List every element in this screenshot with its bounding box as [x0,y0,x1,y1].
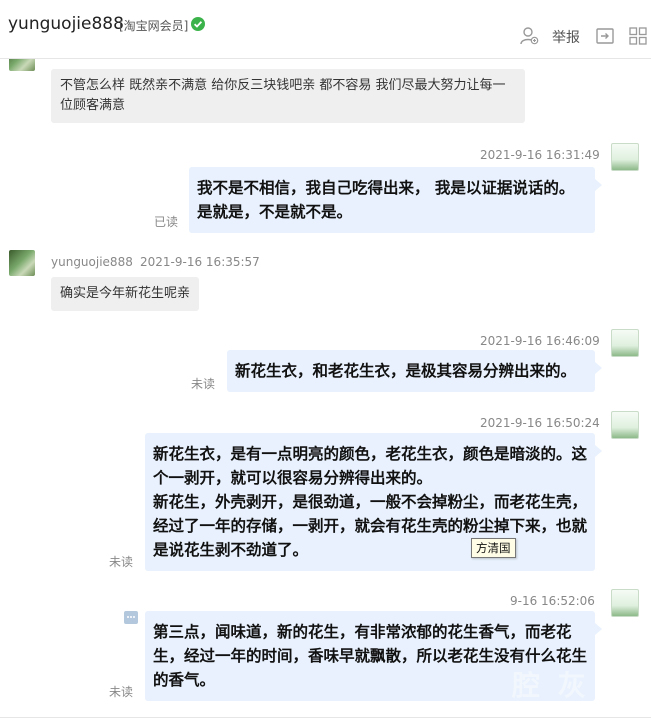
message-bubble[interactable]: 新花生衣，是有一点明亮的颜色，老花生衣，颜色是暗淡的。这个一剥开，就可以很容易分… [145,433,602,571]
message-bubble[interactable]: 不管怎么样 既然亲不满意 给你反三块钱吧亲 都不容易 我们尽最大努力让每一位顾客… [51,69,525,123]
watermark: 腔 灰 [512,669,590,702]
message-timestamp: 2021-9-16 16:31:49 [480,148,600,162]
member-tag: [淘宝网会员] [119,19,189,33]
divider [0,717,651,718]
message-list[interactable]: 不管怎么样 既然亲不满意 给你反三块钱吧亲 都不容易 我们尽最大努力让每一位顾客… [0,59,651,721]
name-tooltip: 方清国 [471,538,516,558]
read-status: 已读 [154,215,179,229]
message-timestamp: 9-16 16:52:06 [510,594,595,608]
message-timestamp: 2021-9-16 16:50:24 [480,416,600,430]
read-status: 未读 [109,555,134,569]
chat-header: yunguojie888 [淘宝网会员] 举报 [0,0,651,59]
read-status: 未读 [109,685,134,699]
sprout-avatar[interactable] [611,589,639,617]
quote-icon[interactable] [124,611,138,624]
sender-name: yunguojie888 [51,255,133,269]
user-avatar[interactable] [9,250,35,276]
message-bubble[interactable]: 新花生衣，和老花生衣，是极其容易分辨出来的。 [227,350,602,392]
message-bubble[interactable]: 我不是不相信，我自己吃得出来， 我是以证据说话的。是就是，不是就不是。 [189,167,602,233]
sprout-avatar[interactable] [611,329,639,357]
sprout-avatar[interactable] [611,411,639,439]
user-avatar[interactable] [9,59,35,71]
verified-check-icon [191,17,205,31]
contact-name[interactable]: yunguojie888 [8,14,124,34]
read-status: 未读 [191,377,216,391]
share-icon[interactable] [595,26,615,46]
sprout-avatar[interactable] [611,143,639,171]
grid-icon[interactable] [628,26,648,46]
report-button[interactable]: 举报 [552,27,580,47]
add-contact-icon[interactable] [519,26,539,46]
message-bubble[interactable]: 确实是今年新花生呢亲 [51,277,199,311]
message-timestamp: 2021-9-16 16:46:09 [480,334,600,348]
message-timestamp: 2021-9-16 16:35:57 [140,255,260,269]
